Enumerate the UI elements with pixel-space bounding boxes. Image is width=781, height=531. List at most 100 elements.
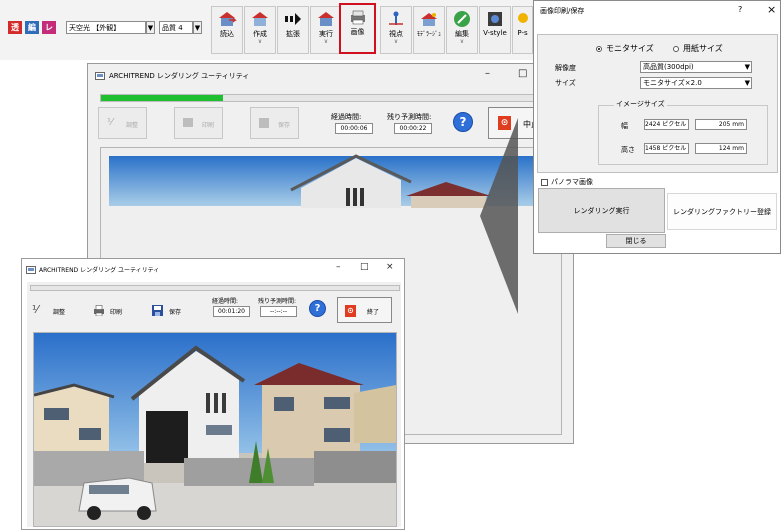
render-run-button[interactable]: レンダリング実行: [538, 188, 665, 233]
save-button[interactable]: 保存: [250, 107, 299, 139]
stop-icon: ⊙: [345, 305, 356, 317]
layer-button[interactable]: レ: [42, 21, 56, 34]
edit-mode-button[interactable]: 編: [25, 21, 39, 34]
height-label: 高さ: [621, 146, 635, 154]
modelage-icon: [421, 13, 437, 26]
save-label: 保存: [278, 122, 291, 129]
adjust-button[interactable]: ⅟ 調整: [98, 107, 147, 139]
extend-button[interactable]: 拡張: [277, 6, 309, 54]
quality-select-arrow[interactable]: ▼: [193, 21, 202, 34]
width-mm-box: 205 mm: [695, 119, 747, 130]
chevron-down-icon: ▼: [744, 79, 750, 87]
run-button[interactable]: 実行 ∨: [310, 6, 342, 54]
adjust-label: 調整: [53, 309, 66, 316]
px-unit: ピクセル: [662, 145, 687, 152]
render-image: [34, 333, 396, 526]
light-select[interactable]: 天空光 【外観】: [66, 21, 146, 34]
paper-size-radio[interactable]: [673, 46, 679, 52]
vstyle-icon: [488, 12, 502, 26]
close-icon[interactable]: ×: [386, 262, 394, 272]
width-px-box: 2424 ピクセル: [644, 119, 689, 130]
vstyle-button[interactable]: V-style: [479, 6, 511, 54]
print-button[interactable]: 印刷: [174, 107, 223, 139]
resolution-value: 高品質(300dpi): [643, 63, 694, 71]
floppy-icon: [259, 118, 269, 128]
modelage-label: ﾓﾃﾞﾗｰｼﾞｭ: [416, 31, 441, 38]
load-button[interactable]: 読込: [211, 6, 243, 54]
progress-bar: [100, 94, 552, 102]
image-label: 画像: [350, 28, 365, 36]
adjust-icon: ⅟: [107, 117, 113, 128]
dialog-close-button[interactable]: 閉じる: [606, 234, 666, 248]
maximize-icon[interactable]: □: [518, 68, 527, 79]
main-toolbar: 透 編 レ 天空光 【外観】 ▼ 品質 4 ▼ 読込 作成 ∨ 拡張 実行 ∨ …: [0, 0, 533, 60]
px-unit: ピクセル: [662, 121, 687, 128]
render-factory-button[interactable]: レンダリングファクトリー登録: [667, 193, 777, 230]
viewpoint-button[interactable]: 視点 ∨: [380, 6, 412, 54]
adjust-icon: ⅟: [32, 303, 39, 316]
printer-icon: [94, 305, 104, 316]
create-icon: [252, 12, 268, 26]
resolution-select[interactable]: 高品質(300dpi) ▼: [640, 61, 752, 73]
edit-icon: [454, 11, 470, 27]
close-icon[interactable]: ×: [767, 3, 776, 16]
paper-size-label: 用紙サイズ: [683, 44, 723, 53]
ps-button[interactable]: P-s: [512, 6, 533, 54]
print-label: 印刷: [110, 309, 123, 316]
chevron-down-icon: ∨: [323, 38, 329, 45]
remaining-value: --:--:--: [260, 306, 297, 317]
dialog-title: 画像印刷/保存: [540, 7, 585, 15]
elapsed-label: 経過時間:: [331, 113, 362, 121]
run-icon: [318, 12, 334, 26]
floppy-icon: [152, 305, 163, 316]
create-button[interactable]: 作成 ∨: [244, 6, 276, 54]
viewpoint-icon: [389, 11, 403, 25]
height-mm-box: 124 mm: [695, 143, 747, 154]
edit-button[interactable]: 編集 ∨: [446, 6, 478, 54]
image-button[interactable]: 画像: [339, 3, 376, 54]
front-render-window: ARCHITREND レンダリング ユーティリティ – □ × ⅟ 調整 印刷 …: [21, 258, 405, 530]
adjust-label: 調整: [126, 122, 139, 129]
size-label: サイズ: [555, 79, 576, 87]
light-select-arrow[interactable]: ▼: [146, 21, 155, 34]
chevron-down-icon: ∨: [459, 38, 465, 45]
panorama-checkbox[interactable]: [541, 179, 548, 186]
minimize-icon[interactable]: –: [336, 262, 341, 272]
print-label: 印刷: [202, 122, 215, 129]
quality-select[interactable]: 品質 4: [159, 21, 193, 34]
vstyle-label: V-style: [483, 29, 507, 37]
adjust-button[interactable]: ⅟ 調整: [30, 297, 78, 325]
window-title: ARCHITREND レンダリング ユーティリティ: [109, 72, 250, 80]
elapsed-value: 00:00:06: [335, 123, 373, 134]
resolution-label: 解像度: [555, 64, 576, 72]
monitor-size-radio[interactable]: [596, 46, 602, 52]
modelage-button[interactable]: ﾓﾃﾞﾗｰｼﾞｭ: [413, 6, 445, 54]
image-size-group-label: イメージサイズ: [614, 99, 667, 109]
end-button[interactable]: ⊙ 終了: [337, 297, 392, 323]
transparency-button[interactable]: 透: [8, 21, 22, 34]
minimize-icon[interactable]: –: [485, 68, 490, 79]
save-button[interactable]: 保存: [147, 297, 195, 325]
load-label: 読込: [220, 30, 234, 38]
width-label: 幅: [621, 122, 628, 130]
save-label: 保存: [169, 309, 182, 316]
size-select[interactable]: モニタサイズ×2.0 ▼: [640, 77, 752, 89]
help-icon[interactable]: ?: [738, 5, 742, 14]
render-factory-label: レンダリングファクトリー登録: [673, 208, 771, 216]
chevron-down-icon: ∨: [257, 38, 263, 45]
printer-icon: [183, 118, 193, 127]
app-icon: [95, 72, 105, 80]
help-icon[interactable]: ?: [309, 300, 326, 317]
extend-label: 拡張: [286, 30, 300, 38]
app-icon: [26, 266, 36, 274]
mm-unit: mm: [732, 121, 744, 128]
print-button[interactable]: 印刷: [88, 297, 136, 325]
load-icon: [219, 12, 237, 26]
elapsed-value: 00:01:20: [213, 306, 250, 317]
height-px-box: 1458 ピクセル: [644, 143, 689, 154]
progress-bar: [30, 285, 400, 291]
maximize-icon[interactable]: □: [360, 262, 369, 272]
help-icon[interactable]: ?: [453, 112, 473, 132]
monitor-size-label: モニタサイズ: [606, 44, 654, 53]
height-px-value: 1458: [645, 145, 661, 152]
